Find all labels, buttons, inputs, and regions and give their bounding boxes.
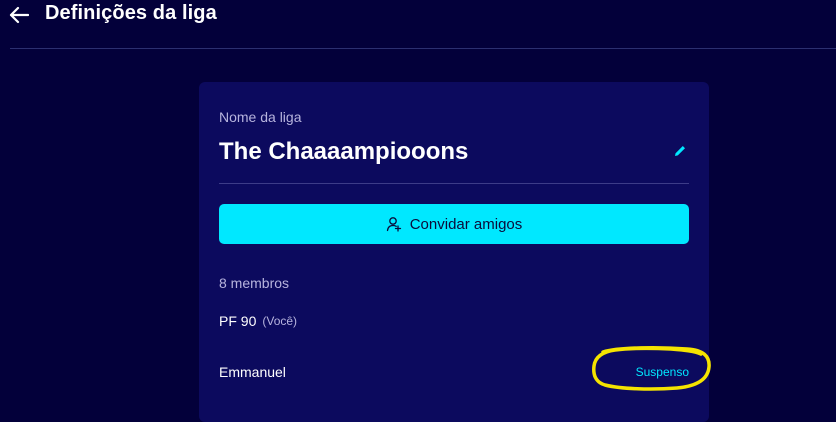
arrow-left-icon xyxy=(9,6,29,24)
invite-friends-button[interactable]: Convidar amigos xyxy=(219,204,689,244)
member-row[interactable]: Emmanuel Suspenso xyxy=(219,361,689,383)
invite-friends-label: Convidar amigos xyxy=(409,215,523,233)
edit-league-name-button[interactable] xyxy=(670,141,690,161)
divider xyxy=(219,183,689,184)
member-name: PF 90 xyxy=(219,313,257,329)
pencil-icon xyxy=(675,146,685,156)
league-settings-card: Nome da liga The Chaaaampiooons Convidar… xyxy=(199,82,709,422)
back-button[interactable] xyxy=(7,3,31,27)
top-bar: Definições da liga xyxy=(7,0,836,49)
member-self-tag: (Você) xyxy=(262,314,298,328)
member-name: Emmanuel xyxy=(219,364,286,380)
user-add-icon xyxy=(386,217,401,232)
page-title: Definições da liga xyxy=(45,2,217,24)
league-name-label: Nome da liga xyxy=(219,109,302,125)
member-row[interactable]: PF 90 (Você) xyxy=(219,310,689,332)
members-count: 8 membros xyxy=(219,275,290,291)
league-name: The Chaaaampiooons xyxy=(219,138,469,165)
member-status-badge: Suspenso xyxy=(635,365,689,379)
